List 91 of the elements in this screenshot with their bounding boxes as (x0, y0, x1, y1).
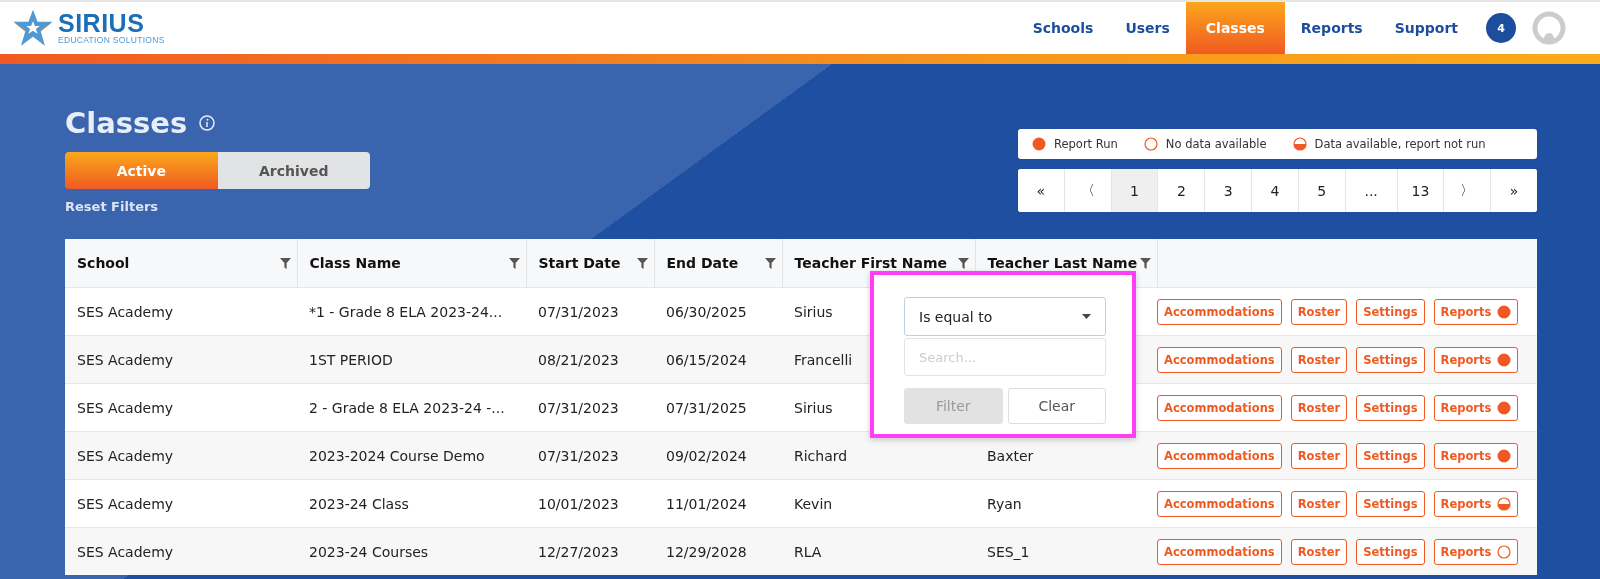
action-button[interactable]: Accommodations (1157, 394, 1282, 421)
action-button[interactable]: Accommodations (1157, 490, 1282, 517)
column-header: Teacher Last Name (987, 255, 1138, 271)
action-button[interactable]: Reports (1433, 394, 1519, 421)
legend-label: No data available (1165, 137, 1267, 151)
operator-dropdown[interactable]: Is equal to (904, 297, 1106, 336)
table-cell: 07/31/2023 (538, 303, 619, 320)
table-cell: 2 - Grade 8 ELA 2023-24 -... (309, 399, 505, 416)
table-cell: 06/15/2024 (666, 351, 747, 368)
table-cell: SES Academy (77, 351, 174, 368)
table-cell: 07/31/2023 (538, 399, 619, 416)
action-button[interactable]: Roster (1290, 538, 1348, 565)
filter-icon[interactable] (279, 257, 291, 269)
column-header: School (77, 255, 130, 271)
table-cell: 09/02/2024 (666, 447, 747, 464)
nav-link[interactable]: Support (1378, 2, 1474, 54)
legend-label: Data available, report not run (1314, 137, 1486, 151)
table-cell: 2023-24 Courses (309, 543, 429, 560)
nav-link[interactable]: Reports (1284, 2, 1379, 54)
action-button[interactable]: Settings (1356, 538, 1425, 565)
table-cell: 1ST PERIOD (309, 351, 393, 368)
table-cell: RLA (794, 543, 822, 560)
action-button[interactable]: Reports (1433, 298, 1519, 325)
table-cell: 07/31/2025 (666, 399, 747, 416)
filter-icon[interactable] (957, 257, 969, 269)
action-button[interactable]: Reports (1433, 538, 1519, 565)
table-cell: SES Academy (77, 495, 174, 512)
filter-icon[interactable] (764, 257, 776, 269)
brand-tagline: EDUCATION SOLUTIONS (58, 35, 165, 45)
action-button[interactable]: Settings (1356, 346, 1425, 373)
page-title: Classes (65, 106, 188, 140)
nav-link[interactable]: Users (1109, 2, 1186, 54)
action-button[interactable]: Settings (1356, 394, 1425, 421)
table-cell: 07/31/2023 (538, 447, 619, 464)
notification-badge[interactable]: 4 (1486, 13, 1516, 43)
table-cell: Sirius (794, 303, 833, 320)
caret-icon (1082, 314, 1091, 319)
table-cell: Richard (794, 447, 848, 464)
table-cell: *1 - Grade 8 ELA 2023-24... (309, 303, 503, 320)
table-cell: SES Academy (77, 543, 174, 560)
column-header: Teacher First Name (794, 255, 948, 271)
filter-icon[interactable] (636, 257, 648, 269)
action-button[interactable]: Reports (1433, 346, 1519, 373)
action-button[interactable]: Roster (1290, 298, 1348, 325)
nav-link[interactable]: Schools (1016, 2, 1110, 54)
action-button[interactable]: Reports (1433, 442, 1519, 469)
table-cell: Sirius (794, 399, 833, 416)
action-button[interactable]: Reports (1433, 490, 1519, 517)
status-tab[interactable]: Archived (217, 152, 370, 189)
action-button[interactable]: Settings (1356, 490, 1425, 517)
table-cell: 06/30/2025 (666, 303, 747, 320)
table-cell: Baxter (987, 447, 1034, 464)
table-cell: 12/29/2028 (666, 543, 747, 560)
column-header: End Date (666, 255, 739, 271)
column-header: Class Name (309, 255, 401, 271)
star-logo-icon (14, 9, 52, 47)
action-button[interactable]: Roster (1290, 442, 1348, 469)
table-cell: Francelli (794, 351, 853, 368)
info-icon[interactable] (199, 115, 216, 131)
filter-icon[interactable] (1139, 257, 1151, 269)
page-button[interactable]: « (1018, 169, 1065, 212)
action-button[interactable]: Roster (1290, 394, 1348, 421)
table-cell: 2023-2024 Course Demo (309, 447, 485, 464)
table-cell: 08/21/2023 (538, 351, 619, 368)
status-tab[interactable]: Active (65, 152, 218, 189)
action-button[interactable]: Accommodations (1157, 442, 1282, 469)
action-button[interactable]: Roster (1290, 490, 1348, 517)
filter-icon[interactable] (508, 257, 520, 269)
reset-filters-link[interactable]: Reset Filters (65, 199, 370, 214)
action-button[interactable]: Roster (1290, 346, 1348, 373)
table-cell: 12/27/2023 (538, 543, 619, 560)
table-cell: Kevin (794, 495, 833, 512)
filter-popup-button[interactable]: Clear (1007, 388, 1106, 424)
action-button[interactable]: Settings (1356, 298, 1425, 325)
action-button[interactable]: Accommodations (1157, 538, 1282, 565)
table-cell: SES Academy (77, 447, 174, 464)
table-cell: 11/01/2024 (666, 495, 747, 512)
action-button[interactable]: Accommodations (1157, 298, 1282, 325)
table-cell: SES_1 (987, 543, 1030, 560)
nav-link[interactable]: Classes (1185, 2, 1285, 54)
action-button[interactable]: Accommodations (1157, 346, 1282, 373)
brand-name: SIRIUS (58, 11, 146, 35)
page-button[interactable]: 1 (1111, 169, 1159, 212)
table-cell: SES Academy (77, 399, 174, 416)
table-cell: 10/01/2023 (538, 495, 619, 512)
table-cell: 2023-24 Class (309, 495, 409, 512)
table-cell: SES Academy (77, 303, 174, 320)
legend-label: Report Run (1054, 137, 1118, 151)
table-cell: Ryan (987, 495, 1022, 512)
action-button[interactable]: Settings (1356, 442, 1425, 469)
column-header: Start Date (538, 255, 621, 271)
